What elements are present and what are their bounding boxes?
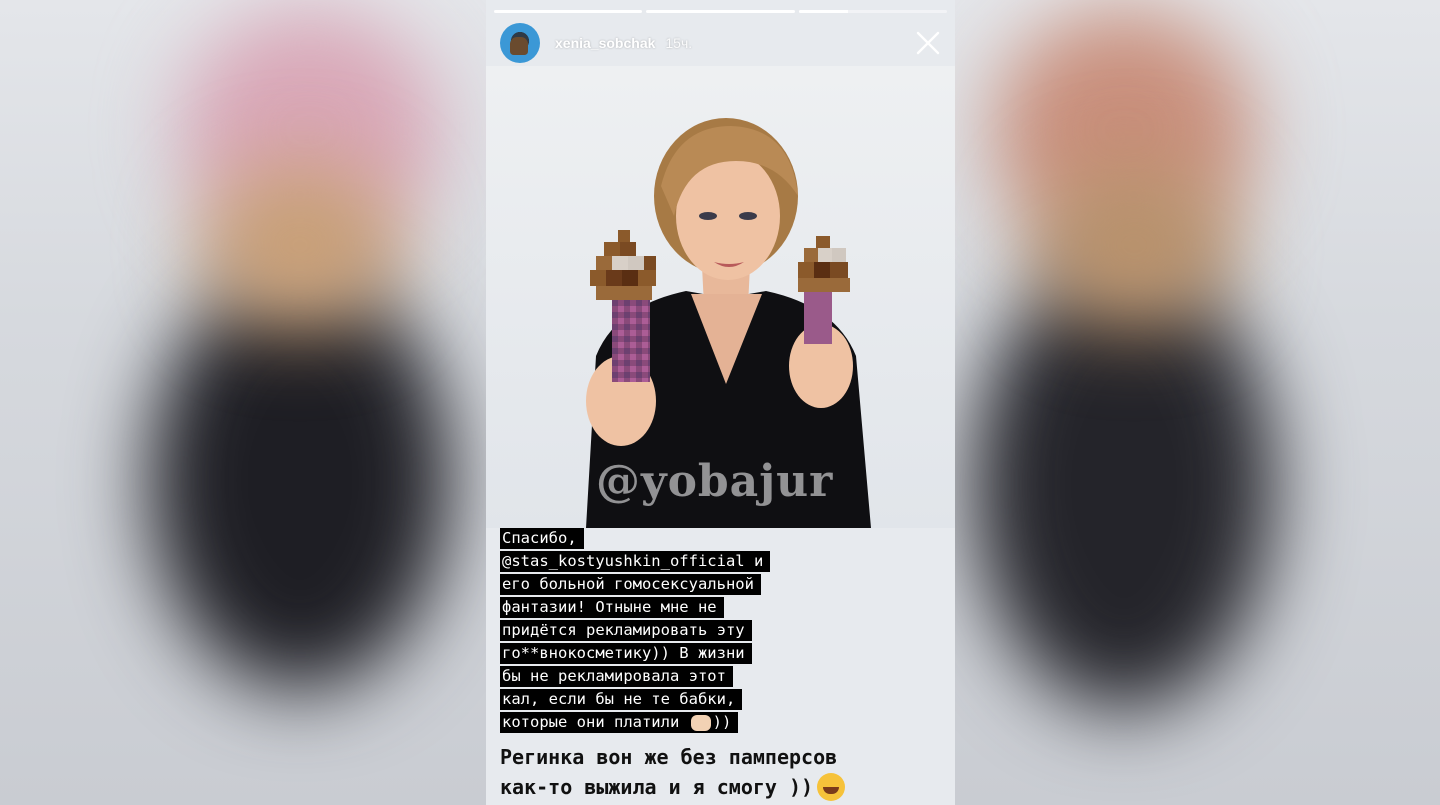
caption-line: кал, если бы не те бабки,	[500, 689, 743, 710]
close-icon[interactable]	[913, 28, 943, 58]
caption-line-text: которые они платили	[502, 713, 680, 731]
caption-line: бы не рекламировала этот	[500, 666, 733, 687]
story-caption: Спасибо, @stas_kostyushkin_official и ег…	[500, 528, 940, 735]
avatar[interactable]	[500, 23, 540, 63]
caption-mention[interactable]: @stas_kostyushkin_official и	[500, 551, 771, 572]
watermark-text: @yobajur	[596, 456, 834, 507]
caption-line: Спасибо,	[500, 528, 584, 549]
story-timestamp: 15ч.	[665, 35, 693, 51]
blurred-background-right	[954, 0, 1440, 805]
praying-hands-emoji	[690, 714, 711, 731]
caption-line: придётся рекламировать эту	[500, 620, 752, 641]
rofl-emoji	[817, 773, 846, 801]
caption-end: ))	[712, 713, 732, 731]
caption-last-line: которые они платили ))	[500, 712, 739, 733]
pixelated-figure-right	[798, 236, 850, 292]
story-header: xenia_sobchak 15ч.	[500, 22, 943, 64]
progress-segment-current	[798, 10, 947, 13]
username[interactable]: xenia_sobchak	[555, 35, 655, 51]
progress-segment	[646, 10, 795, 13]
story-subtitle: Регинка вон же без памперсов как-то выжи…	[500, 742, 945, 802]
subtitle-line-1: Регинка вон же без памперсов	[500, 745, 838, 769]
blurred-background-left	[0, 0, 486, 805]
caption-line: го**внокосметику)) В жизни	[500, 643, 752, 664]
progress-segment	[494, 10, 643, 13]
story-viewer[interactable]: @yobajur xenia_sobchak 15ч. Спасибо, @st…	[486, 0, 955, 805]
story-progress	[494, 10, 947, 13]
pixelated-figure-left	[590, 230, 656, 300]
subtitle-line-2: как-то выжила и я смогу ))	[500, 775, 814, 799]
caption-line: фантазии! Отныне мне не	[500, 597, 724, 618]
caption-line: его больной гомосексуальной	[500, 574, 761, 595]
